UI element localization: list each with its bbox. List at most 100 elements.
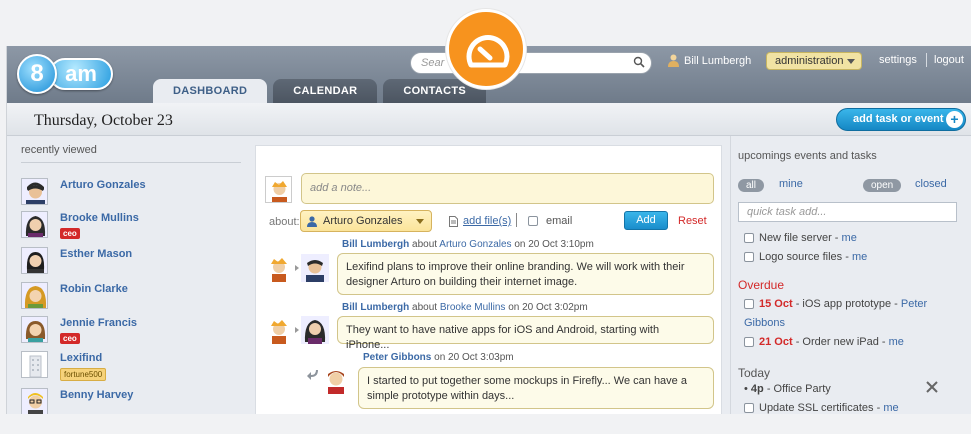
task-checkbox[interactable]	[744, 337, 754, 348]
avatar	[21, 282, 48, 309]
tab-calendar[interactable]: CALENDAR	[273, 79, 378, 103]
add-note-button[interactable]: Add	[624, 211, 668, 230]
task-owner[interactable]: me	[842, 232, 857, 244]
search-placeholder: Sear	[421, 57, 445, 69]
close-icon[interactable]	[925, 380, 939, 394]
logout-link[interactable]: logout	[934, 54, 964, 66]
filter-closed[interactable]: closed	[915, 178, 947, 190]
plus-icon: +	[946, 111, 963, 128]
avatar	[21, 388, 48, 414]
reply-arrow-icon	[307, 370, 318, 380]
task-item[interactable]: Logo source files - me	[744, 249, 959, 266]
task-date: 21 Oct	[759, 336, 793, 348]
main-tabs: DASHBOARD CALENDAR CONTACTS	[153, 79, 492, 103]
status-badge: fortune500	[60, 368, 107, 381]
current-date: Thursday, October 23	[34, 112, 173, 129]
entry-time: on 20 Oct 3:03pm	[434, 352, 514, 363]
task-owner[interactable]: me	[883, 402, 898, 414]
task-checkbox[interactable]	[744, 403, 754, 414]
entry-target[interactable]: Brooke Mullins	[440, 302, 506, 313]
logo[interactable]: am 8	[17, 54, 113, 94]
user-icon	[668, 54, 679, 67]
search-icon[interactable]	[633, 56, 645, 68]
contact-name: Arturo Gonzales	[60, 179, 146, 191]
list-item[interactable]: Brooke Mullins ceo	[21, 211, 139, 239]
document-icon	[449, 215, 458, 227]
task-owner[interactable]: me	[852, 251, 867, 263]
task-item[interactable]: Update SSL certificates - me	[744, 400, 959, 414]
avatar	[21, 211, 48, 238]
event-text: - Office Party	[763, 383, 831, 395]
about-label: about:	[269, 216, 300, 228]
list-item[interactable]: Esther Mason	[21, 247, 132, 274]
contact-name: Jennie Francis	[60, 317, 138, 329]
role-select[interactable]: administration	[766, 52, 862, 70]
task-item[interactable]: 21 Oct - Order new iPad - me	[744, 334, 959, 351]
task-text: Update SSL certificates -	[759, 402, 884, 414]
entry-author[interactable]: Bill Lumbergh	[342, 302, 409, 313]
arrow-right-icon	[295, 327, 299, 333]
contact-name: Brooke Mullins	[60, 212, 139, 224]
filter-all[interactable]: all	[738, 179, 765, 192]
status-badge: ceo	[60, 333, 80, 344]
chevron-down-icon	[847, 59, 855, 64]
add-task-button[interactable]: add task or event +	[836, 108, 966, 131]
email-option[interactable]: email	[528, 215, 572, 227]
entry-meta: Peter Gibbons on 20 Oct 3:03pm	[363, 352, 514, 363]
tab-dashboard[interactable]: DASHBOARD	[153, 79, 268, 103]
task-checkbox[interactable]	[744, 233, 754, 244]
add-files-label: add file(s)	[463, 215, 512, 227]
task-checkbox[interactable]	[744, 299, 754, 310]
task-text: - Order new iPad -	[792, 336, 889, 348]
task-owner[interactable]: Gibbons	[744, 317, 785, 329]
task-owner[interactable]: Peter	[901, 298, 927, 310]
filter-open[interactable]: open	[863, 179, 902, 192]
note-input[interactable]: add a note...	[301, 173, 714, 204]
list-item[interactable]: Robin Clarke	[21, 282, 128, 309]
quick-task-input[interactable]: quick task add...	[738, 202, 957, 222]
about-select[interactable]: Arturo Gonzales	[300, 210, 432, 232]
reset-link[interactable]: Reset	[678, 215, 707, 227]
avatar	[21, 178, 48, 205]
list-item[interactable]: Lexifind fortune500	[21, 351, 107, 381]
upcoming-panel: upcomings events and tasks all mine open…	[738, 150, 966, 414]
task-date: 15 Oct	[759, 298, 793, 310]
task-owner-continued: Gibbons	[744, 315, 959, 332]
entry-text: Lexifind plans to improve their online b…	[337, 253, 714, 295]
task-item[interactable]: New file server - me	[744, 230, 959, 247]
current-user[interactable]: Bill Lumbergh	[668, 54, 751, 67]
chevron-down-icon	[416, 219, 424, 224]
settings-link[interactable]: settings	[879, 54, 917, 66]
email-checkbox[interactable]	[528, 216, 538, 227]
list-item[interactable]: Benny Harvey	[21, 388, 133, 414]
entry-time: on 20 Oct 3:02pm	[508, 302, 588, 313]
date-bar: Thursday, October 23 add task or event +	[7, 103, 971, 136]
entry-meta: Bill Lumbergh about Arturo Gonzales on 2…	[342, 239, 594, 250]
task-owner[interactable]: me	[889, 336, 904, 348]
entry-author[interactable]: Bill Lumbergh	[342, 239, 409, 250]
add-files-link[interactable]: add file(s)	[449, 215, 511, 227]
recently-viewed-panel: recently viewed Arturo Gonzales Brooke M…	[21, 144, 241, 414]
entry-meta: Bill Lumbergh about Brooke Mullins on 20…	[342, 302, 588, 313]
email-label: email	[546, 215, 573, 227]
avatar	[265, 254, 293, 282]
avatar	[21, 247, 48, 274]
upcoming-title: upcomings events and tasks	[738, 150, 877, 162]
logo-digit: 8	[17, 54, 57, 94]
company-name: Lexifind	[60, 352, 103, 364]
app-window: am 8 DASHBOARD CALENDAR CONTACTS Sear Bi…	[6, 46, 971, 414]
avatar	[301, 316, 329, 344]
list-item[interactable]: Jennie Francis ceo	[21, 316, 137, 344]
filter-mine[interactable]: mine	[779, 178, 803, 190]
task-item[interactable]: 15 Oct - iOS app prototype - Peter	[744, 296, 959, 313]
recently-viewed-title: recently viewed	[21, 144, 241, 163]
list-item[interactable]: Arturo Gonzales	[21, 178, 146, 205]
task-text: New file server -	[759, 232, 842, 244]
task-checkbox[interactable]	[744, 252, 754, 263]
avatar	[322, 366, 350, 394]
contact-name: Benny Harvey	[60, 389, 134, 401]
arrow-right-icon	[295, 265, 299, 271]
avatar	[265, 316, 293, 344]
entry-author[interactable]: Peter Gibbons	[363, 352, 431, 363]
entry-target[interactable]: Arturo Gonzales	[439, 239, 511, 250]
